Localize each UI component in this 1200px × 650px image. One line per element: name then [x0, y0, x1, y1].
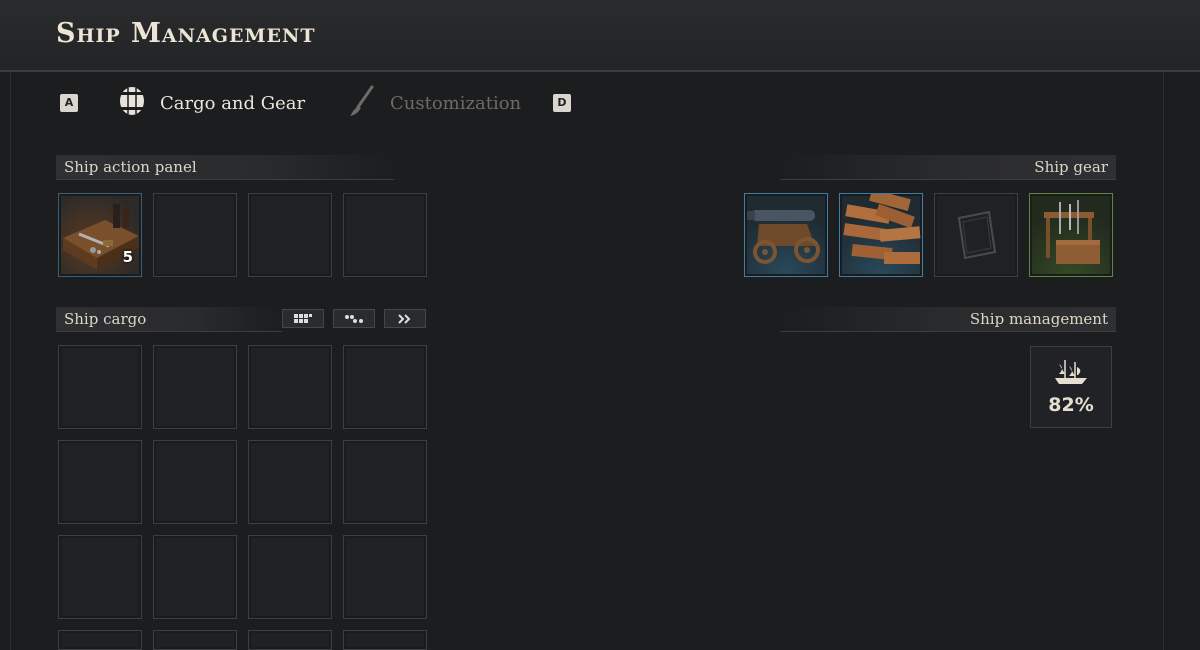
section-title-ship-management: Ship management [780, 307, 1116, 332]
tab-cargo-and-gear[interactable]: Cargo and Gear [118, 86, 306, 121]
cargo-slot[interactable] [58, 630, 142, 650]
cargo-slot[interactable] [343, 440, 427, 524]
cargo-slot[interactable] [153, 440, 237, 524]
cluster-sort-icon [344, 309, 364, 328]
gear-slot-cannon[interactable] [744, 193, 828, 277]
cargo-slot[interactable] [58, 345, 142, 429]
transfer-all-icon [397, 309, 413, 328]
cannon-icon [745, 210, 827, 280]
action-slot-1[interactable]: 5 [58, 193, 142, 277]
action-slot-4[interactable] [343, 193, 427, 277]
item-count: 5 [122, 248, 133, 266]
cargo-slot[interactable] [153, 535, 237, 619]
cluster-sort-button[interactable] [333, 309, 375, 328]
transfer-all-button[interactable] [384, 309, 426, 328]
cargo-slot[interactable] [248, 345, 332, 429]
next-tab-key[interactable]: D [553, 94, 571, 112]
cargo-slot[interactable] [343, 630, 427, 650]
cargo-slot[interactable] [248, 440, 332, 524]
gear-slot-planks[interactable] [839, 189, 923, 280]
grid-sort-button[interactable] [282, 309, 324, 328]
tab-label: Customization [390, 92, 522, 114]
cargo-slot[interactable] [58, 440, 142, 524]
grid-sort-icon [294, 309, 312, 328]
top-bar: Ship Management [0, 0, 1200, 72]
brush-icon [348, 85, 376, 122]
cargo-slot[interactable] [343, 345, 427, 429]
section-title-ship-cargo: Ship cargo [56, 307, 282, 332]
page-title: Ship Management [56, 18, 316, 49]
gear-slot-tools[interactable] [1029, 193, 1113, 277]
section-title-ship-gear: Ship gear [780, 155, 1116, 180]
gear-slot-empty[interactable] [934, 193, 1018, 277]
crew-tools-icon [1030, 200, 1112, 280]
cargo-slot[interactable] [248, 630, 332, 650]
ship-condition-slot[interactable]: 82% [1030, 346, 1112, 428]
wooden-planks-icon [840, 189, 922, 280]
tab-label: Cargo and Gear [160, 92, 306, 114]
ship-condition-value: 82% [1048, 394, 1094, 416]
action-slot-3[interactable] [248, 193, 332, 277]
cargo-slot[interactable] [343, 535, 427, 619]
ship-icon [1053, 358, 1089, 390]
tab-customization[interactable]: Customization [348, 85, 522, 118]
prev-tab-key[interactable]: A [60, 94, 78, 112]
cargo-slot[interactable] [153, 630, 237, 650]
empty-plate-icon [935, 210, 1017, 280]
cargo-slot[interactable] [58, 535, 142, 619]
section-title-action-panel: Ship action panel [56, 155, 394, 180]
cargo-slot[interactable] [248, 535, 332, 619]
cargo-slot[interactable] [153, 345, 237, 429]
action-slot-2[interactable] [153, 193, 237, 277]
barrel-icon [118, 86, 146, 121]
